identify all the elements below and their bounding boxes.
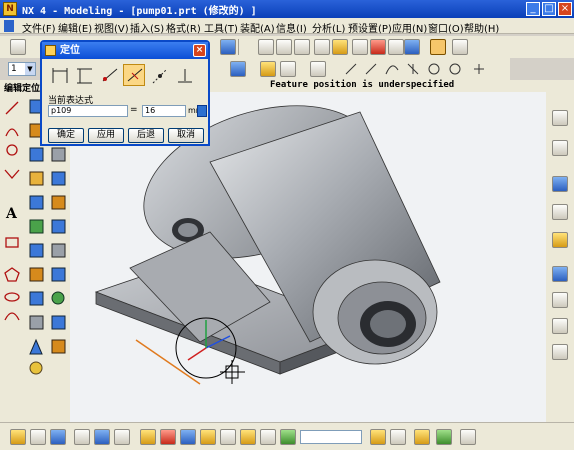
zoom-region-icon[interactable]: [276, 39, 292, 55]
close-window-button[interactable]: ×: [558, 2, 572, 16]
dialog-close-button[interactable]: ×: [193, 44, 206, 57]
positioning-methods: [48, 64, 204, 88]
intersection-icon[interactable]: [220, 429, 236, 445]
equals-sign: =: [130, 105, 138, 115]
menu-application[interactable]: 应用(N): [392, 20, 427, 35]
select-filter-icon[interactable]: [10, 429, 26, 445]
parallel-at-distance-icon[interactable]: [98, 64, 120, 86]
menu-view[interactable]: 视图(V): [94, 20, 129, 35]
menu-edit[interactable]: 编辑(E): [58, 20, 92, 35]
menu-analysis[interactable]: 分析(L): [312, 20, 345, 35]
expression-name-field[interactable]: p109: [48, 105, 128, 117]
toolbar-separator: [238, 39, 239, 55]
dialog-title: 定位: [60, 45, 80, 56]
menu-insert[interactable]: 插入(S): [130, 20, 164, 35]
dialog-icon: [45, 45, 56, 56]
expression-value-field[interactable]: 16: [142, 105, 186, 117]
fit-view-icon[interactable]: [258, 39, 274, 55]
point-onto-line-icon[interactable]: [173, 64, 195, 86]
menu-format[interactable]: 格式(R): [166, 20, 201, 35]
arc-center-icon[interactable]: [240, 429, 256, 445]
title-bar: N NX 4 - Modeling - [pump01.prt (修改的) ] …: [0, 0, 574, 18]
filter-icon[interactable]: [436, 429, 452, 445]
mid-point-icon[interactable]: [180, 429, 196, 445]
menu-grip-icon: [4, 20, 14, 32]
assembly-navigator-icon[interactable]: [552, 110, 568, 126]
menu-preferences[interactable]: 预设置(P): [348, 20, 392, 35]
point-constructor-icon[interactable]: [260, 61, 276, 77]
rotate-icon[interactable]: [332, 39, 348, 55]
work-layer-value: 1: [11, 64, 17, 74]
window-title: NX 4 - Modeling - [pump01.prt (修改的) ]: [22, 6, 257, 17]
pan-icon[interactable]: [294, 39, 310, 55]
undo-icon[interactable]: [280, 61, 296, 77]
apply-button[interactable]: 应用: [88, 128, 124, 143]
cancel-button[interactable]: 取消: [168, 128, 204, 143]
menu-file[interactable]: 文件(F): [22, 20, 56, 35]
refresh-icon[interactable]: [352, 39, 368, 55]
help-icon[interactable]: [552, 232, 568, 248]
shaded-view-icon[interactable]: [404, 39, 420, 55]
menu-tools[interactable]: 工具(T): [204, 20, 238, 35]
quadrant-icon[interactable]: [260, 429, 276, 445]
minimize-button[interactable]: _: [526, 2, 540, 16]
perpendicular-distance-icon[interactable]: [123, 64, 145, 86]
point-onto-point-icon[interactable]: [148, 64, 170, 86]
back-button[interactable]: 后退: [128, 128, 164, 143]
shaded-edges-icon[interactable]: [430, 39, 446, 55]
roles-icon[interactable]: [552, 204, 568, 220]
menu-bar: 文件(F) 编辑(E) 视图(V) 插入(S) 格式(R) 工具(T) 装配(A…: [0, 18, 574, 35]
layer-settings-icon[interactable]: [94, 429, 110, 445]
status-message: Feature position is underspecified: [270, 80, 455, 90]
menu-window[interactable]: 窗口(O): [428, 20, 464, 35]
zoom-icon[interactable]: [314, 39, 330, 55]
edit-object-icon[interactable]: [50, 429, 66, 445]
display-mode-icon[interactable]: [452, 39, 468, 55]
reuse-library-icon[interactable]: [552, 292, 568, 308]
blank-icon[interactable]: [74, 429, 90, 445]
existing-point-icon[interactable]: [280, 429, 296, 445]
end-point-icon[interactable]: [160, 429, 176, 445]
system-materials-icon[interactable]: [552, 318, 568, 334]
web-browser-icon[interactable]: [552, 176, 568, 192]
process-studio-icon[interactable]: [552, 344, 568, 360]
dialog-title-bar[interactable]: 定位 ×: [42, 42, 208, 59]
menu-help[interactable]: 帮助(H): [464, 20, 499, 35]
more-options-icon[interactable]: [460, 429, 476, 445]
part-navigator-icon[interactable]: [552, 140, 568, 156]
chevron-down-icon: ▼: [25, 63, 35, 75]
point-snap-icon[interactable]: [140, 429, 156, 445]
snap-icon[interactable]: [230, 61, 246, 77]
history-icon[interactable]: [552, 266, 568, 282]
vertical-dimension-icon[interactable]: [73, 64, 95, 86]
sketch-toolbar: [210, 58, 510, 80]
wcs-icon[interactable]: [114, 429, 130, 445]
svg-text:A: A: [5, 206, 18, 222]
lock-icon[interactable]: [414, 429, 430, 445]
general-selection-icon[interactable]: [370, 429, 386, 445]
bottom-toolbar: [0, 422, 574, 450]
maximize-button[interactable]: □: [542, 2, 556, 16]
nx-app-icon[interactable]: N: [3, 2, 17, 16]
menu-assembly[interactable]: 装配(A): [240, 20, 275, 35]
curve-icon[interactable]: [310, 61, 326, 77]
work-layer-select[interactable]: 1 ▼: [8, 62, 36, 76]
expression-options-button[interactable]: [197, 105, 207, 117]
curve-tools-strip: [345, 63, 484, 75]
horizontal-dimension-icon[interactable]: [48, 64, 70, 86]
select-all-icon[interactable]: [390, 429, 406, 445]
type-filter-select[interactable]: [300, 430, 362, 444]
wireframe-icon[interactable]: [388, 39, 404, 55]
ok-button[interactable]: 确定: [48, 128, 84, 143]
selection-scope-icon[interactable]: [30, 429, 46, 445]
menu-info[interactable]: 信息(I): [276, 20, 307, 35]
right-resource-bar: [546, 92, 574, 422]
control-point-icon[interactable]: [200, 429, 216, 445]
new-file-icon[interactable]: [10, 39, 26, 55]
hidden-edges-icon[interactable]: [370, 39, 386, 55]
positioning-dialog: 定位 × 当前表达式 p109 = 16 mm 确定 应用 后退 取消: [40, 40, 210, 146]
view-dropdown-icon[interactable]: [220, 39, 236, 55]
